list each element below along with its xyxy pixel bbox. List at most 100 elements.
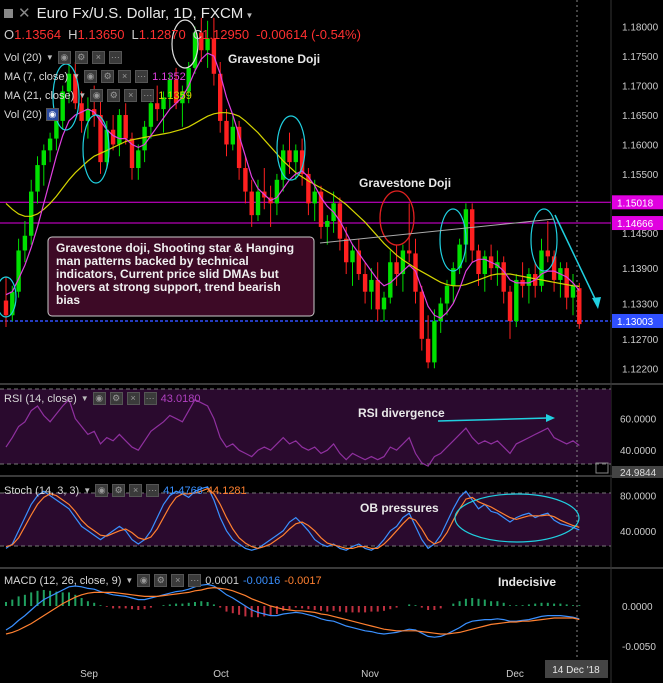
candle-body <box>22 235 28 251</box>
candle-body <box>375 279 380 310</box>
candle-body <box>545 250 550 257</box>
price-tick-label: 1.15500 <box>622 170 659 181</box>
candle-body <box>274 179 280 204</box>
chevron-down-icon[interactable]: ▼ <box>46 53 54 62</box>
candle-body <box>255 191 261 216</box>
gear-icon[interactable]: ⚙ <box>107 89 121 102</box>
visibility-icon[interactable]: ◉ <box>57 51 71 64</box>
candle-body <box>224 120 229 145</box>
close-icon[interactable]: × <box>124 89 138 102</box>
rsi-tick-fragment: 24.9844 <box>620 468 657 479</box>
candle-body <box>444 285 450 304</box>
visibility-icon[interactable]: ◉ <box>137 574 151 587</box>
candle-body <box>155 103 160 110</box>
candle-body <box>476 250 481 275</box>
legend-ma7[interactable]: MA (7, close) ▼ ◉ ⚙ × ⋯ 1.1352 <box>4 70 186 83</box>
candle-body <box>29 191 34 236</box>
chevron-down-icon[interactable]: ▼ <box>83 486 91 495</box>
candle-body <box>117 115 122 145</box>
legend-ma21[interactable]: MA (21, close) ▼ ◉ ⚙ × ⋯ 1.1359 <box>4 89 192 102</box>
callout-text: Gravestone doji, Shooting star & Hanging… <box>56 241 295 307</box>
candle-body <box>425 338 431 363</box>
more-icon[interactable]: ⋯ <box>108 51 122 64</box>
candle-body <box>381 297 387 310</box>
c-value: 1.12950 <box>202 27 250 42</box>
close-icon[interactable]: × <box>91 51 105 64</box>
candle-body <box>564 268 569 298</box>
stoch-tick-label: 80.0000 <box>620 492 657 503</box>
visibility-icon[interactable]: ◉ <box>90 89 104 102</box>
date-badge: 14 Dec '18 <box>552 665 600 676</box>
price-tag-label: 1.15018 <box>617 198 654 209</box>
visibility-icon[interactable]: ◉ <box>45 108 59 121</box>
rsi-tick-label: 60.0000 <box>620 415 657 426</box>
symbol-header[interactable]: ✕ Euro Fx/U.S. Dollar, 1D, FXCM ▼ <box>4 4 253 22</box>
candle-body <box>470 209 475 251</box>
chart-logo-icon <box>4 9 13 18</box>
price-tick-label: 1.17000 <box>622 82 659 93</box>
candle-body <box>350 250 355 263</box>
gear-icon[interactable]: ⚙ <box>74 51 88 64</box>
candle-body <box>142 126 147 151</box>
close-icon[interactable]: × <box>171 574 185 587</box>
more-icon[interactable]: ⋯ <box>141 89 155 102</box>
gear-icon[interactable]: ⚙ <box>101 70 115 83</box>
candle-body <box>362 274 368 292</box>
candle-body <box>432 321 437 363</box>
candle-body <box>394 262 399 275</box>
candle-body <box>325 221 330 227</box>
more-icon[interactable]: ⋯ <box>146 484 160 497</box>
price-tick-label: 1.14500 <box>622 229 659 240</box>
price-tick-label: 1.18000 <box>622 23 659 34</box>
legend-vol-2[interactable]: Vol (20) ◉ <box>4 108 59 121</box>
close-icon[interactable]: × <box>126 392 140 405</box>
chevron-down-icon[interactable]: ▼ <box>78 91 86 100</box>
bearish-arrow-head <box>592 297 601 309</box>
chevron-down-icon[interactable]: ▼ <box>243 11 254 20</box>
collapse-icon[interactable]: ✕ <box>18 5 31 22</box>
close-icon[interactable]: × <box>118 70 132 83</box>
stoch-tick-label: 40.0000 <box>620 527 657 538</box>
chart-root: { "header": { "symbol_title": "Euro Fx/U… <box>0 0 663 683</box>
symbol-title[interactable]: Euro Fx/U.S. Dollar, 1D, FXCM <box>37 5 244 22</box>
macd-signal-line <box>5 586 580 635</box>
visibility-icon[interactable]: ◉ <box>84 70 98 83</box>
candle-body <box>501 262 506 292</box>
price-tick-label: 1.13900 <box>622 264 659 275</box>
legend-macd[interactable]: MACD (12, 26, close, 9) ▼ ◉ ⚙ × ⋯ 0.0001 -0.… <box>4 574 322 587</box>
l-value: 1.12870 <box>138 27 186 42</box>
gravestone-doji-label-top: Gravestone Doji <box>228 52 320 66</box>
stoch-d-value: 44.1281 <box>206 484 247 497</box>
candle-body <box>243 168 248 192</box>
price-tick-label: 1.12700 <box>622 335 659 346</box>
chevron-down-icon[interactable]: ▼ <box>72 72 80 81</box>
chevron-down-icon[interactable]: ▼ <box>81 394 89 403</box>
chevron-down-icon[interactable]: ▼ <box>125 576 133 585</box>
more-icon[interactable]: ⋯ <box>135 70 149 83</box>
visibility-icon[interactable]: ◉ <box>92 392 106 405</box>
candle-body <box>287 150 292 163</box>
pattern-circle <box>439 208 467 272</box>
h-value: 1.13650 <box>77 27 125 42</box>
legend-vol-1[interactable]: Vol (20) ▼ ◉ ⚙ × ⋯ <box>4 51 122 64</box>
candle-body <box>507 291 513 322</box>
gravestone-doji-label-mid: Gravestone Doji <box>359 176 451 190</box>
price-tick-label: 1.16000 <box>622 140 659 151</box>
gear-icon[interactable]: ⚙ <box>154 574 168 587</box>
legend-stoch[interactable]: Stoch (14, 3, 3) ▼ ◉ ⚙ × ⋯ 41.4768 44.1281 <box>4 484 247 497</box>
vol-label: Vol (20) <box>4 51 42 64</box>
candle-body <box>570 285 576 298</box>
h-label: H <box>68 27 78 42</box>
rsi-label: RSI (14, close) <box>4 392 77 405</box>
stoch-k-value: 41.4768 <box>163 484 203 497</box>
gear-icon[interactable]: ⚙ <box>112 484 126 497</box>
rsi-tick-label: 40.0000 <box>620 446 657 457</box>
legend-rsi[interactable]: RSI (14, close) ▼ ◉ ⚙ × ⋯ 43.0180 <box>4 392 200 405</box>
more-icon[interactable]: ⋯ <box>188 574 202 587</box>
more-icon[interactable]: ⋯ <box>143 392 157 405</box>
close-icon[interactable]: × <box>129 484 143 497</box>
candle-body <box>16 250 21 292</box>
visibility-icon[interactable]: ◉ <box>95 484 109 497</box>
gear-icon[interactable]: ⚙ <box>109 392 123 405</box>
stoch-label: Stoch (14, 3, 3) <box>4 484 80 497</box>
